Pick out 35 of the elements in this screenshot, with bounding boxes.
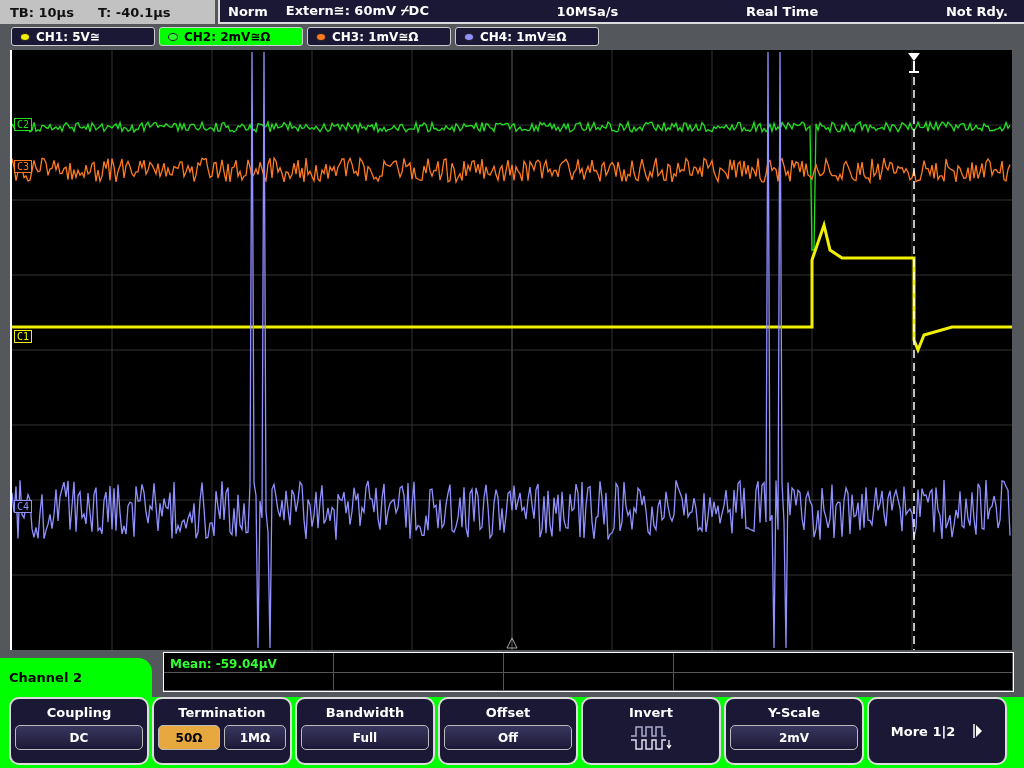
invert-waveform-icon: [630, 725, 672, 751]
trace-label[interactable]: C2: [14, 118, 33, 131]
trigger-mode: Norm: [228, 3, 268, 19]
timebase: TB: 10µs: [10, 4, 74, 20]
trace-label[interactable]: C1: [14, 330, 33, 343]
trigger-time: T: -40.1µs: [97, 4, 171, 20]
trace-label[interactable]: C4: [14, 500, 33, 513]
acquisition-state: Not Rdy.: [945, 3, 1008, 19]
channel-tab[interactable]: CH2: 2mV≅Ω: [159, 27, 303, 46]
channel-tab[interactable]: CH4: 1mV≅Ω: [455, 27, 599, 46]
more-button[interactable]: More 1|2: [867, 697, 1007, 765]
softkey-label: Termination: [178, 705, 266, 720]
softkey-option[interactable]: 2mV: [730, 725, 858, 750]
softkey-label: Y-Scale: [768, 705, 820, 720]
softkey-option[interactable]: 1MΩ: [224, 725, 286, 750]
softkey-label: Coupling: [46, 705, 112, 720]
next-page-icon: [973, 723, 984, 739]
softkey-option[interactable]: Full: [301, 725, 429, 750]
trigger-marker-icon[interactable]: [908, 53, 920, 73]
menu-title: Channel 2: [0, 658, 152, 697]
softkey[interactable]: Invert: [581, 697, 721, 765]
softkey-label: Invert: [629, 705, 673, 720]
channel-tab[interactable]: CH3: 1mV≅Ω: [307, 27, 451, 46]
softkey-option[interactable]: 50Ω: [158, 725, 220, 750]
softkey-option[interactable]: DC: [15, 725, 143, 750]
trigger-source: Extern≅: 60mV ⌿DC: [285, 3, 429, 19]
softkey-label: Bandwidth: [325, 705, 405, 720]
sample-rate: 10MSa/s: [556, 3, 619, 19]
channel-tab[interactable]: CH1: 5V≅: [11, 27, 155, 46]
trace-label[interactable]: C3: [14, 160, 33, 173]
softkey-label: Offset: [485, 705, 531, 720]
center-marker-icon: [506, 637, 518, 649]
measurement-value: Mean: -59.04µV: [169, 656, 278, 673]
acquisition-mode: Real Time: [745, 3, 819, 19]
softkey-option[interactable]: Off: [444, 725, 572, 750]
